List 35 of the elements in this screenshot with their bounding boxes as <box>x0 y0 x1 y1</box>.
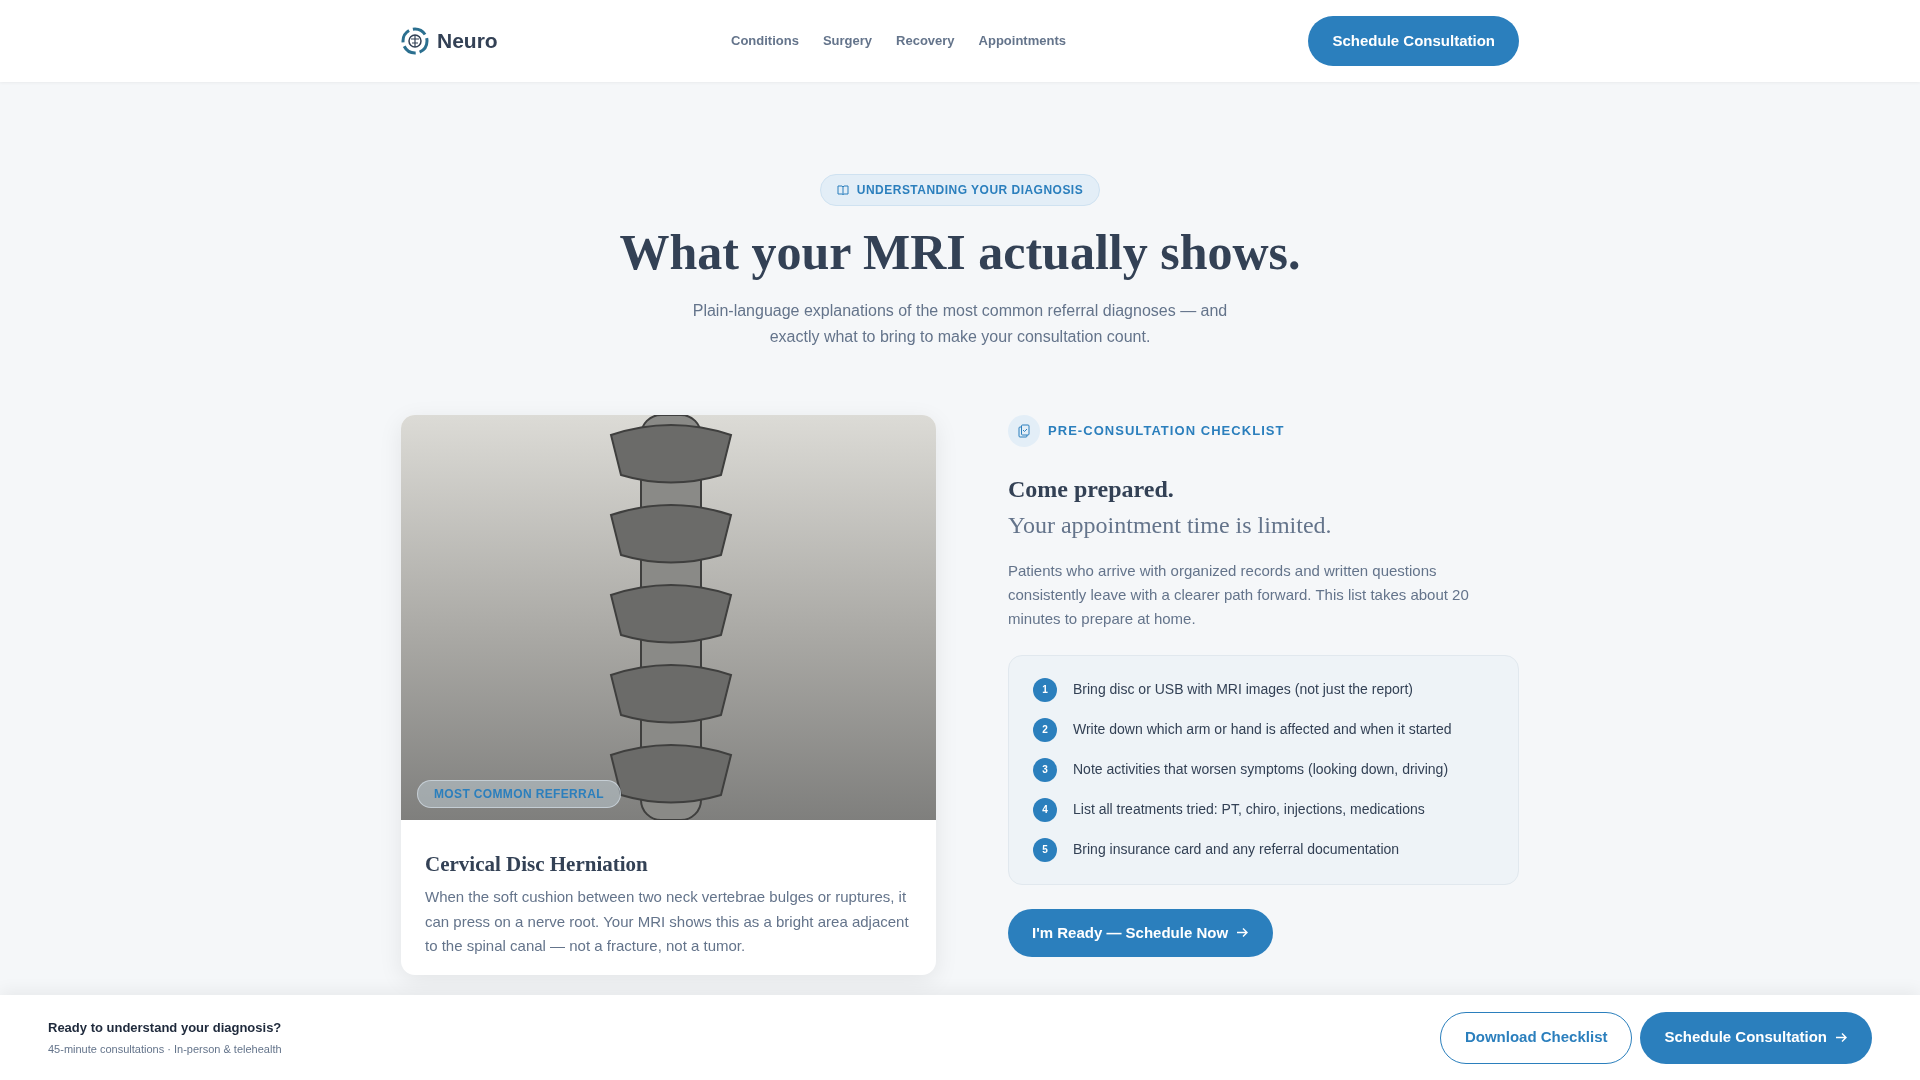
arrow-right-icon <box>1236 926 1250 940</box>
step-number: 4 <box>1033 797 1057 822</box>
nav-link[interactable]: Recovery <box>896 31 955 51</box>
checklist-label: PRE-CONSULTATION CHECKLIST <box>1048 422 1285 441</box>
checklist-item: Bring insurance card and any referral documentation <box>1073 840 1400 860</box>
schedule-consultation-button[interactable]: Schedule Consultation <box>1308 16 1519 66</box>
clipboard-icon <box>1008 414 1040 447</box>
cta-title: Ready to understand your diagnosis? <box>48 1018 282 1037</box>
arrow-right-icon <box>1835 1031 1848 1044</box>
page-heading: What your MRI actually shows. <box>618 223 1302 282</box>
checklist-item: Note activities that worsen symptoms (looking down, driving) <box>1073 760 1449 780</box>
condition-description: When the soft cushion between two neck vertebrae bulges or ruptures, it can press on a nerve root. Your MRI shows this as a bright area adjacent to the spinal canal — not a fracture, not a tumor. <box>425 886 910 957</box>
nav-link[interactable]: Surgery <box>822 31 873 51</box>
section-badge: UNDERSTANDING YOUR DIAGNOSIS <box>819 174 1101 206</box>
condition-title: Cervical Disc Herniation <box>425 851 649 877</box>
download-checklist-button[interactable]: Download Checklist <box>1439 1011 1633 1064</box>
referral-badge: MOST COMMON REFERRAL <box>417 779 621 808</box>
book-icon <box>836 185 849 195</box>
schedule-now-button[interactable]: I'm Ready — Schedule Now <box>1008 908 1274 957</box>
checklist-subtitle: Your appointment time is limited. <box>1008 510 1333 540</box>
nav-link[interactable]: Appointments <box>978 31 1066 51</box>
nav-link[interactable]: Conditions <box>731 31 799 51</box>
checklist-intro: Patients who arrive with organized records and written questions consistently leave with a clearer path forward. This list takes about 20 minutes to prepare at home. <box>1008 560 1470 629</box>
step-number: 1 <box>1033 677 1057 702</box>
checklist-item: Bring disc or USB with MRI images (not just the report) <box>1073 680 1413 700</box>
logo-text[interactable]: Neuro <box>437 25 498 57</box>
schedule-consultation-button[interactable]: Schedule Consultation <box>1640 1011 1872 1064</box>
step-number: 3 <box>1033 757 1057 782</box>
checklist-title: Come prepared. <box>1008 474 1175 504</box>
checklist-item: List all treatments tried: PT, chiro, injections, medications <box>1073 800 1425 820</box>
hero-subtitle: Plain-language explanations of the most common referral diagnoses — and exactly what to bring to make your consultation count. <box>691 301 1229 348</box>
checklist-item: Write down which arm or hand is affected and when it started <box>1073 720 1452 740</box>
step-number: 2 <box>1033 717 1057 742</box>
cta-subtitle: 45-minute consultations · In-person & telehealth <box>48 1042 282 1057</box>
step-number: 5 <box>1033 837 1057 862</box>
